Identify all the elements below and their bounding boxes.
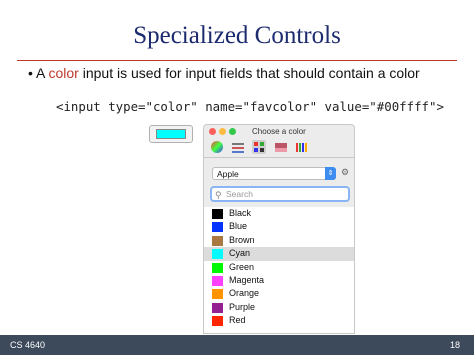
footer-bar [0,335,474,355]
color-sliders-icon[interactable] [231,140,245,154]
color-chip [212,209,223,219]
color-wheel-icon[interactable] [210,140,224,154]
search-placeholder: Search [226,189,253,199]
color-chip [212,316,223,327]
search-input[interactable]: ⚲ Search [210,186,350,202]
list-item[interactable]: Green [204,261,354,274]
bullet-text: • A color input is used for input fields… [28,65,420,81]
list-item[interactable]: Red [204,314,354,327]
color-input-button[interactable] [149,125,193,143]
bullet-prefix: • A [28,65,49,81]
color-name: Brown [229,234,255,245]
picker-titlebar: Choose a color [204,125,354,139]
list-item[interactable]: Brown [204,234,354,247]
crayons-icon[interactable] [295,140,309,154]
palette-select[interactable]: Apple ⇕ [212,167,336,180]
footer-course: CS 4640 [10,340,46,350]
list-item[interactable]: Blue [204,220,354,233]
list-item-selected[interactable]: Cyan [204,247,354,261]
color-list: Black Blue Brown Cyan Green Magenta Oran… [204,207,354,333]
color-chip [212,289,223,300]
color-name: Red [229,315,246,326]
list-item[interactable]: Black [204,207,354,220]
list-item[interactable]: Orange [204,287,354,300]
palette-select-value: Apple [217,169,239,179]
color-chip [212,275,223,286]
color-palettes-icon[interactable] [252,140,266,154]
color-name: Green [229,261,255,272]
zoom-icon[interactable] [229,128,236,135]
list-item[interactable]: Magenta [204,274,354,287]
list-item[interactable]: Purple [204,301,354,314]
picker-window-title: Choose a color [252,127,306,136]
footer-page-number: 18 [449,340,460,350]
bullet-highlight: color [48,65,79,81]
color-name: Orange [229,288,260,299]
chevron-updown-icon: ⇕ [325,167,336,180]
toolbar-divider [204,157,354,158]
color-chip [212,302,223,313]
gear-icon[interactable]: ⚙ [341,167,349,178]
minimize-icon[interactable] [219,128,226,135]
color-name: Magenta [229,274,265,285]
bullet-suffix: input is used for input fields that shou… [78,65,420,81]
color-name: Purple [229,301,256,312]
search-icon: ⚲ [215,190,222,200]
color-chip [212,235,223,246]
color-chip [212,222,223,233]
code-sample: <input type="color" name="favcolor" valu… [56,99,444,114]
color-name: Blue [229,221,248,232]
slide-title: Specialized Controls [133,22,341,49]
close-icon[interactable] [209,128,216,135]
color-chip [212,262,223,273]
color-input-swatch [156,129,186,139]
color-picker-window: Choose a color Apple ⇕ ⚙ ⚲ Search Black … [203,124,355,334]
color-name: Black [229,208,252,218]
image-palettes-icon[interactable] [274,140,288,154]
title-divider [17,60,457,61]
picker-mode-toolbar [204,139,354,157]
color-name: Cyan [229,248,251,259]
color-chip [212,249,223,260]
